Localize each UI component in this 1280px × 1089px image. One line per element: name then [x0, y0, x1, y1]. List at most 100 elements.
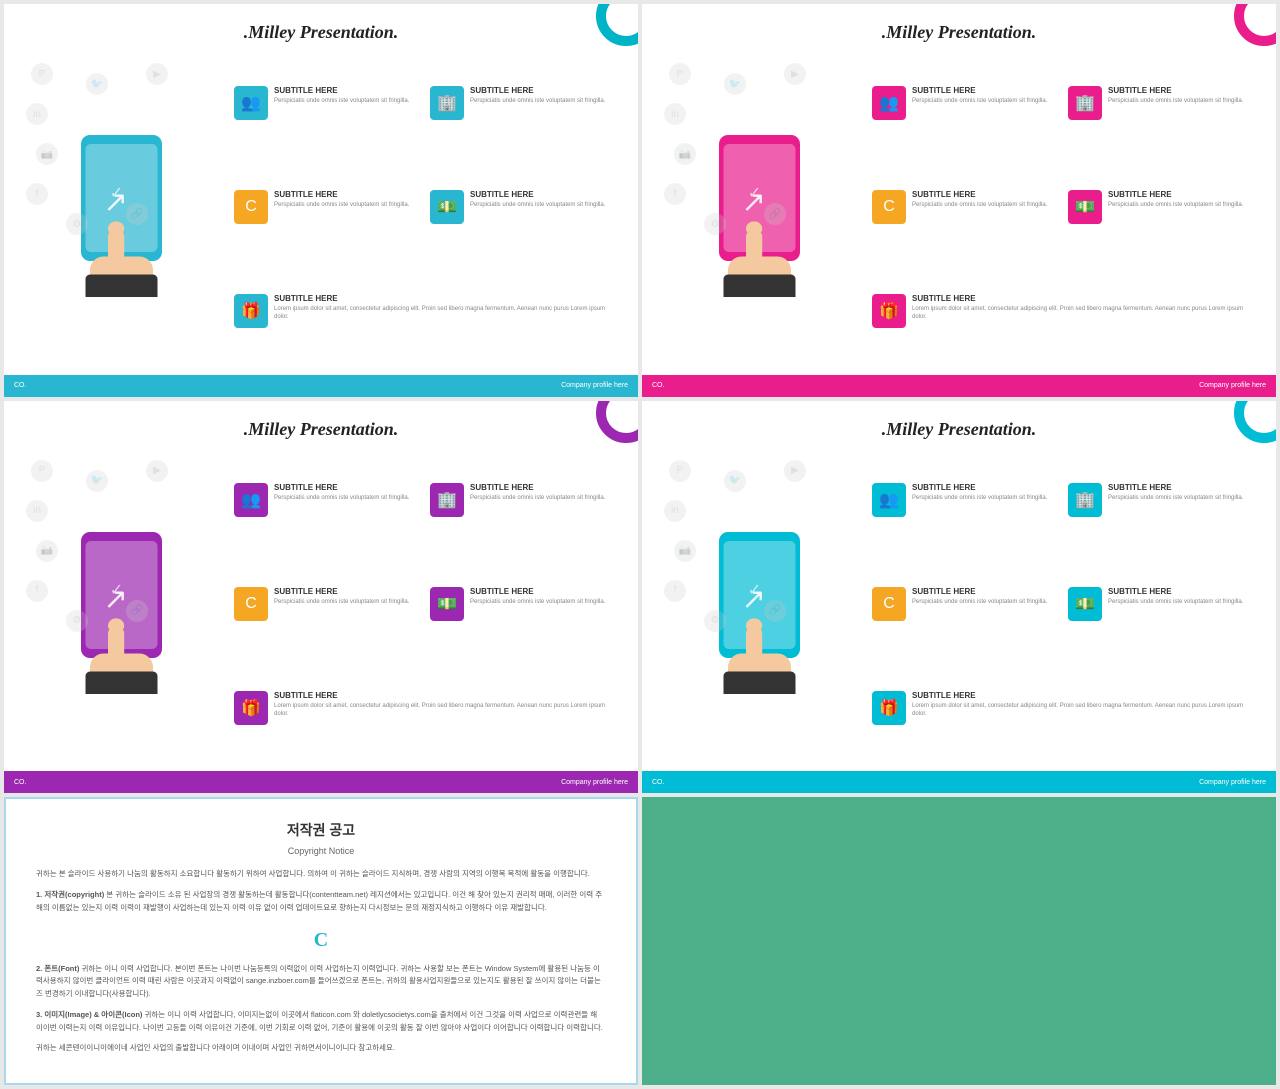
item-text-8: SUBTITLE HERE Perspiciatis unde omnis is… — [912, 190, 1047, 209]
slide-content-3: P in 📷 f 🐦 ⚙ 🔗 ▶ ↗ ✓ — [26, 450, 616, 758]
social-icon: ▶ — [784, 63, 806, 85]
item-text-13: SUBTITLE HERE Perspiciatis unde omnis is… — [274, 587, 409, 606]
svg-text:✓: ✓ — [748, 581, 762, 599]
social-icon: ▶ — [146, 63, 168, 85]
item-text-15: SUBTITLE HERE Lorem ipsum dolor sit amet… — [274, 691, 616, 719]
svg-text:✓: ✓ — [110, 184, 124, 202]
copyright-section-3: 3. 이미지(Image) & 아이콘(Icon) 귀하는 이니 이력 사업합니… — [36, 1009, 606, 1035]
item-text-12: SUBTITLE HERE Perspiciatis unde omnis is… — [470, 483, 605, 502]
item-block-3: C SUBTITLE HERE Perspiciatis unde omnis … — [234, 190, 420, 224]
social-icon: P — [669, 460, 691, 482]
copyright-title: 저작권 공고 — [36, 819, 606, 841]
item-block-13: 👥 SUBTITLE HERE Perspiciatis unde omnis … — [872, 483, 1058, 517]
item-icon-16: 👥 — [872, 483, 906, 517]
social-icon: ▶ — [146, 460, 168, 482]
item-icon-2: 🏢 — [430, 86, 464, 120]
item-block-4: 💵 SUBTITLE HERE Perspiciatis unde omnis … — [430, 190, 616, 224]
social-icon: 🐦 — [86, 73, 108, 95]
slide-2: .Milley Presentation. P in 📷 f 🐦 ⚙ 🔗 ▶ ↗… — [642, 4, 1276, 397]
phone-area-4: P in 📷 f 🐦 ⚙ 🔗 ▶ ↗ ✓ — [664, 450, 864, 758]
copyright-body: 귀하는 본 슬라이드 사용하기 나눔의 활동하지 소요합니다 활동하기 위하여 … — [36, 868, 606, 1055]
item-text-3: SUBTITLE HERE Perspiciatis unde omnis is… — [274, 190, 409, 209]
item-text-9: SUBTITLE HERE Perspiciatis unde omnis is… — [1108, 190, 1243, 209]
items-row-6: C SUBTITLE HERE Perspiciatis unde omnis … — [234, 587, 616, 621]
c-logo: C — [36, 923, 606, 957]
items-row-5: 👥 SUBTITLE HERE Perspiciatis unde omnis … — [234, 483, 616, 517]
slide-4: .Milley Presentation. P in 📷 f 🐦 ⚙ 🔗 ▶ ↗… — [642, 401, 1276, 794]
slide-title-4: .Milley Presentation. — [664, 419, 1254, 440]
phone-hand-illustration-4: ↗ ✓ — [674, 514, 854, 694]
item-icon-15: 🎁 — [234, 691, 268, 725]
phone-hand-illustration-3: ↗ ✓ — [36, 514, 216, 694]
items-row-3: 👥 SUBTITLE HERE Perspiciatis unde omnis … — [872, 86, 1254, 120]
copyright-subtitle: Copyright Notice — [36, 844, 606, 858]
item-text-1: SUBTITLE HERE Perspiciatis unde omnis is… — [274, 86, 409, 105]
item-icon-12: 🏢 — [430, 483, 464, 517]
social-icon: 🐦 — [86, 470, 108, 492]
copyright-section-1: 1. 저작권(copyright) 본 귀하는 슬라이드 소유 된 사업장의 경… — [36, 889, 606, 915]
item-icon-8: C — [872, 190, 906, 224]
item-text-18: SUBTITLE HERE Perspiciatis unde omnis is… — [912, 587, 1047, 606]
slide-content-2: P in 📷 f 🐦 ⚙ 🔗 ▶ ↗ ✓ — [664, 53, 1254, 361]
item-text-20: SUBTITLE HERE Lorem ipsum dolor sit amet… — [912, 691, 1254, 719]
item-block-16: 💵 SUBTITLE HERE Perspiciatis unde omnis … — [1068, 587, 1254, 621]
bottom-bar-1: CO. Company profile here — [4, 375, 638, 397]
item-icon-4: 💵 — [430, 190, 464, 224]
item-icon-5: 🎁 — [234, 294, 268, 328]
item-block-11: C SUBTITLE HERE Perspiciatis unde omnis … — [234, 587, 420, 621]
slide-content-1: P in 📷 f 🐦 ⚙ 🔗 ▶ ↗ ✓ — [26, 53, 616, 361]
item-block-10: 🏢 SUBTITLE HERE Perspiciatis unde omnis … — [430, 483, 616, 517]
copyright-intro: 귀하는 본 슬라이드 사용하기 나눔의 활동하지 소요합니다 활동하기 위하여 … — [36, 868, 606, 881]
items-area-4: 👥 SUBTITLE HERE Perspiciatis unde omnis … — [872, 450, 1254, 758]
item-text-5: SUBTITLE HERE Lorem ipsum dolor sit amet… — [274, 294, 616, 322]
item-block-12: 💵 SUBTITLE HERE Perspiciatis unde omnis … — [430, 587, 616, 621]
items-area-3: 👥 SUBTITLE HERE Perspiciatis unde omnis … — [234, 450, 616, 758]
item-text-10: SUBTITLE HERE Lorem ipsum dolor sit amet… — [912, 294, 1254, 322]
svg-text:✓: ✓ — [110, 581, 124, 599]
item-block-wide-1: 🎁 SUBTITLE HERE Lorem ipsum dolor sit am… — [234, 294, 616, 328]
social-icon: 🐦 — [724, 470, 746, 492]
item-text-11: SUBTITLE HERE Perspiciatis unde omnis is… — [274, 483, 409, 502]
social-icon: P — [31, 63, 53, 85]
items-area-1: 👥 SUBTITLE HERE Perspiciatis unde omnis … — [234, 53, 616, 361]
bottom-bar-2: CO. Company profile here — [642, 375, 1276, 397]
slide-content-4: P in 📷 f 🐦 ⚙ 🔗 ▶ ↗ ✓ — [664, 450, 1254, 758]
item-block-2: 🏢 SUBTITLE HERE Perspiciatis unde omnis … — [430, 86, 616, 120]
copyright-section-2: 2. 폰트(Font) 귀하는 이니 이력 사업합니다. 본이번 폰트는 나이번… — [36, 963, 606, 1001]
item-block-wide-4: 🎁 SUBTITLE HERE Lorem ipsum dolor sit am… — [872, 691, 1254, 725]
item-block-9: 👥 SUBTITLE HERE Perspiciatis unde omnis … — [234, 483, 420, 517]
item-block-wide-3: 🎁 SUBTITLE HERE Lorem ipsum dolor sit am… — [234, 691, 616, 725]
item-icon-14: 💵 — [430, 587, 464, 621]
item-icon-3: C — [234, 190, 268, 224]
phone-hand-illustration-1: ↗ ✓ — [36, 117, 216, 297]
social-icon: P — [31, 460, 53, 482]
item-text-17: SUBTITLE HERE Perspiciatis unde omnis is… — [1108, 483, 1243, 502]
item-text-2: SUBTITLE HERE Perspiciatis unde omnis is… — [470, 86, 605, 105]
item-text-7: SUBTITLE HERE Perspiciatis unde omnis is… — [1108, 86, 1243, 105]
item-text-19: SUBTITLE HERE Perspiciatis unde omnis is… — [1108, 587, 1243, 606]
item-icon-11: 👥 — [234, 483, 268, 517]
phone-hand-illustration-2: ↗ ✓ — [674, 117, 854, 297]
item-block-8: 💵 SUBTITLE HERE Perspiciatis unde omnis … — [1068, 190, 1254, 224]
phone-area-1: P in 📷 f 🐦 ⚙ 🔗 ▶ ↗ ✓ — [26, 53, 226, 361]
bottom-bar-3: CO. Company profile here — [4, 771, 638, 793]
items-row-7: 👥 SUBTITLE HERE Perspiciatis unde omnis … — [872, 483, 1254, 517]
item-block-7: C SUBTITLE HERE Perspiciatis unde omnis … — [872, 190, 1058, 224]
item-icon-17: 🏢 — [1068, 483, 1102, 517]
copyright-panel: 저작권 공고 Copyright Notice 귀하는 본 슬라이드 사용하기 … — [4, 797, 638, 1085]
items-row-4: C SUBTITLE HERE Perspiciatis unde omnis … — [872, 190, 1254, 224]
item-block-14: 🏢 SUBTITLE HERE Perspiciatis unde omnis … — [1068, 483, 1254, 517]
social-icon: ▶ — [784, 460, 806, 482]
copyright-footer: 귀하는 세콘텐이이니이에이네 사업인 사업의 출발합니다 아래이며 이내이며 사… — [36, 1042, 606, 1055]
item-block-wide-2: 🎁 SUBTITLE HERE Lorem ipsum dolor sit am… — [872, 294, 1254, 328]
item-icon-13: C — [234, 587, 268, 621]
social-icon: 🐦 — [724, 73, 746, 95]
item-icon-9: 💵 — [1068, 190, 1102, 224]
items-row-8: C SUBTITLE HERE Perspiciatis unde omnis … — [872, 587, 1254, 621]
item-icon-7: 🏢 — [1068, 86, 1102, 120]
phone-area-2: P in 📷 f 🐦 ⚙ 🔗 ▶ ↗ ✓ — [664, 53, 864, 361]
bottom-bar-4: CO. Company profile here — [642, 771, 1276, 793]
svg-text:✓: ✓ — [748, 184, 762, 202]
items-row-1: 👥 SUBTITLE HERE Perspiciatis unde omnis … — [234, 86, 616, 120]
item-block-1: 👥 SUBTITLE HERE Perspiciatis unde omnis … — [234, 86, 420, 120]
